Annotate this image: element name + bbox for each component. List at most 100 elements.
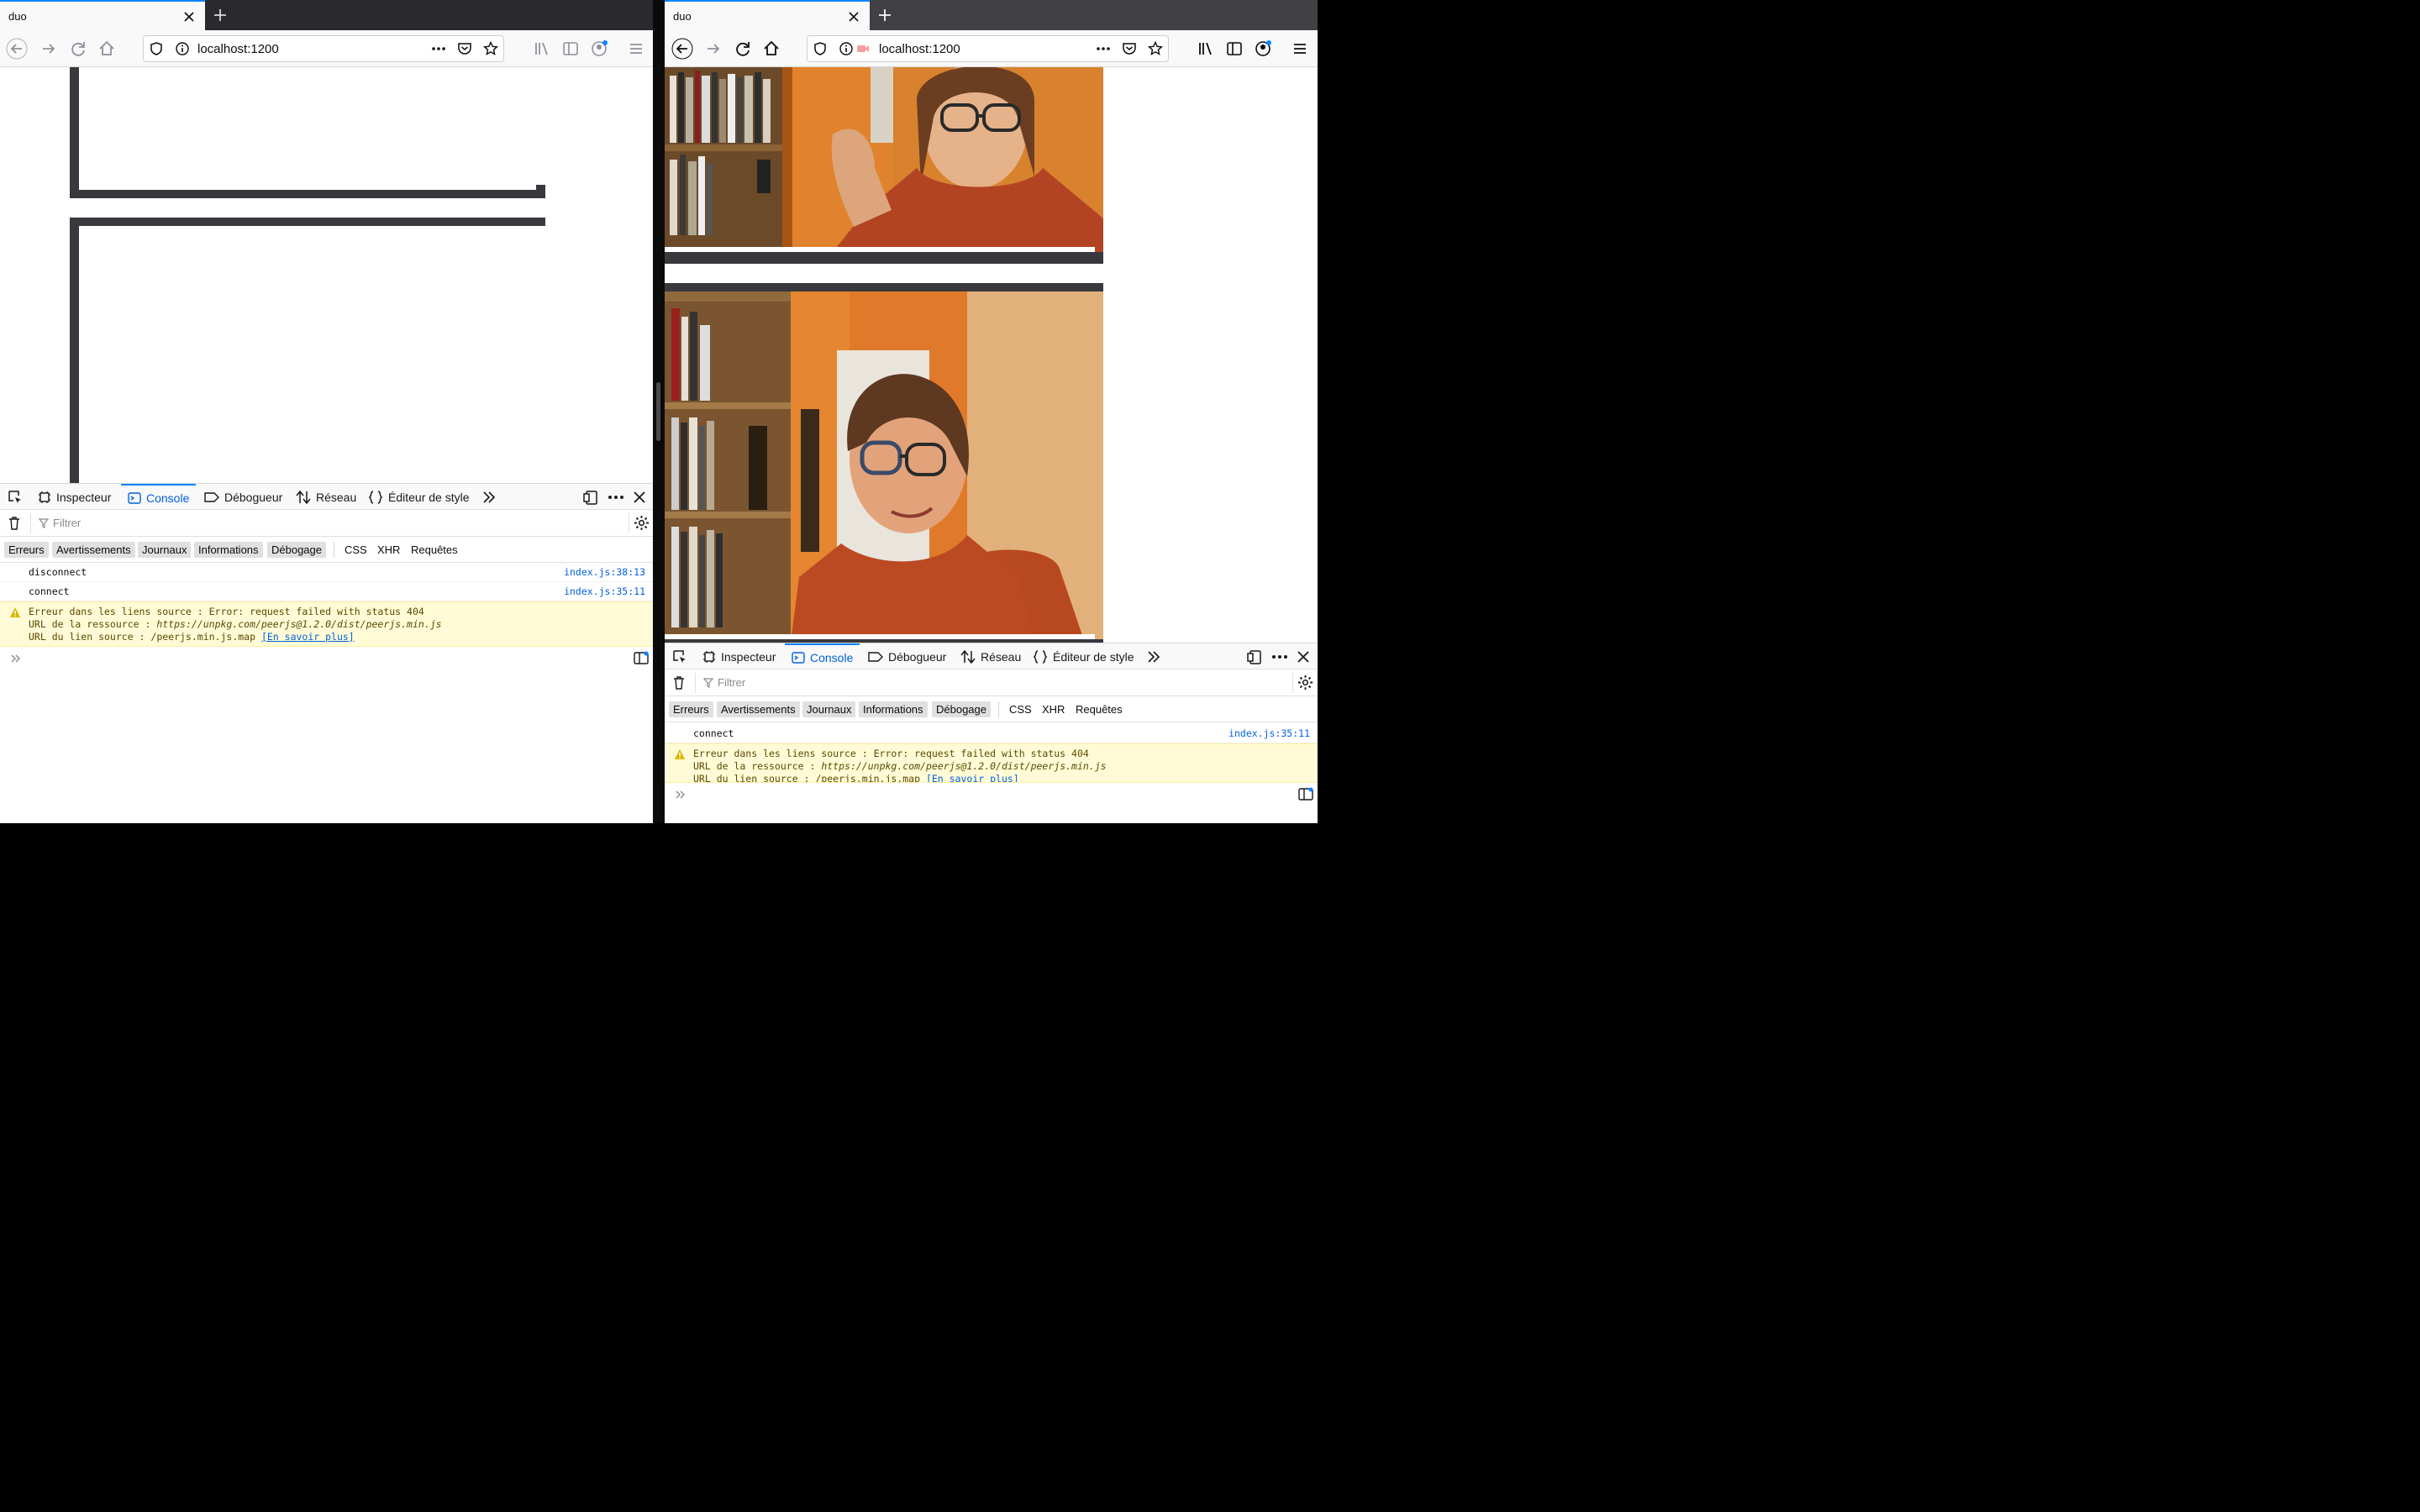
close-tab-icon[interactable] (182, 9, 197, 24)
tab-inspecteur[interactable]: Inspecteur (38, 484, 111, 510)
close-tab-icon[interactable] (846, 9, 861, 24)
filter-journaux[interactable]: Journaux (138, 542, 192, 558)
filter-avertissements[interactable]: Avertissements (717, 701, 800, 717)
tab-inspecteur[interactable]: Inspecteur (702, 643, 776, 669)
devtools-menu-icon[interactable] (1271, 648, 1288, 665)
filter-avertissements[interactable]: Avertissements (52, 542, 135, 558)
account-icon[interactable] (588, 38, 610, 60)
library-icon[interactable] (531, 38, 553, 60)
bookmark-star-icon[interactable] (483, 41, 498, 56)
tab-label: Inspecteur (56, 490, 112, 504)
editor-toggle-icon[interactable] (1298, 787, 1313, 801)
menu-icon[interactable] (1289, 38, 1311, 60)
filter-debogage[interactable]: Débogage (932, 701, 991, 717)
dock-toggle-icon[interactable] (1247, 648, 1264, 665)
tab-reseau[interactable]: Réseau (296, 484, 356, 510)
console-filter-input[interactable]: Filtrer (718, 676, 745, 689)
tab-debogueur[interactable]: Débogueur (204, 484, 282, 510)
new-tab-icon[interactable] (876, 7, 893, 24)
forward-icon[interactable] (702, 38, 724, 60)
site-info-icon[interactable] (175, 41, 190, 56)
browser-tab[interactable]: duo (0, 0, 205, 30)
browser-window-left: duo localhost:1200 Inspecteur Console Dé… (0, 0, 653, 823)
video-frame-border (70, 67, 79, 198)
console-filter-input[interactable]: Filtrer (53, 517, 81, 529)
settings-gear-icon[interactable] (634, 515, 650, 531)
forward-icon[interactable] (38, 38, 60, 60)
tab-debogueur[interactable]: Débogueur (868, 643, 946, 669)
back-icon[interactable] (671, 38, 693, 60)
console-prompt-icon[interactable] (10, 653, 22, 664)
filter-xhr[interactable]: XHR (373, 542, 404, 558)
style-editor-icon (1033, 649, 1048, 664)
home-icon[interactable] (760, 38, 782, 60)
browser-tab[interactable]: duo (665, 0, 870, 30)
tab-editeur-de-style[interactable]: Éditeur de style (1033, 643, 1134, 669)
filter-requetes[interactable]: Requêtes (1071, 701, 1127, 717)
account-icon[interactable] (1252, 38, 1274, 60)
message-source-link[interactable]: index.js:38:13 (564, 566, 645, 578)
tab-label: Débogueur (888, 649, 947, 664)
filter-debogage[interactable]: Débogage (267, 542, 326, 558)
video-frame-image (665, 291, 1103, 643)
tab-editeur-de-style[interactable]: Éditeur de style (368, 484, 470, 510)
pocket-icon[interactable] (1122, 41, 1137, 56)
site-info-icon[interactable] (839, 41, 854, 56)
reload-icon[interactable] (67, 38, 89, 60)
filter-informations[interactable]: Informations (194, 542, 263, 558)
url-text: localhost:1200 (879, 42, 960, 56)
devtools-menu-icon[interactable] (608, 489, 624, 506)
page-actions-icon[interactable] (1096, 41, 1111, 56)
separator (1292, 673, 1293, 693)
learn-more-link[interactable]: [En savoir plus] (926, 773, 1019, 782)
tab-console[interactable]: Console (785, 643, 860, 669)
resource-url[interactable]: https://unpkg.com/peerjs@1.2.0/dist/peer… (821, 760, 1106, 772)
home-icon[interactable] (96, 38, 118, 60)
resource-url[interactable]: https://unpkg.com/peerjs@1.2.0/dist/peer… (156, 618, 441, 630)
settings-gear-icon[interactable] (1297, 675, 1313, 690)
element-picker-icon[interactable] (7, 489, 24, 506)
dock-toggle-icon[interactable] (583, 489, 600, 506)
close-devtools-icon[interactable] (631, 489, 648, 506)
library-icon[interactable] (1195, 38, 1217, 60)
new-tab-icon[interactable] (212, 7, 229, 24)
learn-more-link[interactable]: [En savoir plus] (261, 631, 355, 643)
message-source-link[interactable]: index.js:35:11 (564, 585, 645, 597)
filter-css[interactable]: CSS (340, 542, 371, 558)
url-bar[interactable]: localhost:1200 (807, 35, 1169, 62)
filter-informations[interactable]: Informations (859, 701, 928, 717)
pocket-icon[interactable] (457, 41, 472, 56)
filter-xhr[interactable]: XHR (1038, 701, 1069, 717)
filter-journaux[interactable]: Journaux (802, 701, 856, 717)
url-bar[interactable]: localhost:1200 (143, 35, 504, 62)
trash-icon[interactable] (8, 516, 21, 531)
message-source-link[interactable]: index.js:35:11 (1228, 727, 1310, 739)
split-drag-handle[interactable] (656, 382, 660, 441)
bookmark-star-icon[interactable] (1148, 41, 1163, 56)
more-tools-chevron-icon[interactable] (481, 489, 497, 506)
message-text: connect (693, 727, 734, 739)
more-tools-chevron-icon[interactable] (1145, 648, 1162, 665)
filter-erreurs[interactable]: Erreurs (4, 542, 49, 558)
close-devtools-icon[interactable] (1295, 648, 1312, 665)
trash-icon[interactable] (672, 675, 686, 690)
sidebar-icon[interactable] (560, 38, 581, 60)
tab-reseau[interactable]: Réseau (960, 643, 1021, 669)
editor-toggle-icon[interactable] (634, 651, 649, 664)
filter-css[interactable]: CSS (1005, 701, 1036, 717)
console-icon (792, 651, 805, 664)
reload-icon[interactable] (732, 38, 754, 60)
console-prompt-icon[interactable] (675, 789, 687, 801)
tab-console[interactable]: Console (121, 484, 197, 510)
tracking-shield-icon[interactable] (813, 41, 828, 56)
sidebar-icon[interactable] (1223, 38, 1245, 60)
page-actions-icon[interactable] (431, 41, 446, 56)
element-picker-icon[interactable] (671, 648, 688, 665)
filter-erreurs[interactable]: Erreurs (669, 701, 713, 717)
tracking-shield-icon[interactable] (149, 41, 164, 56)
menu-icon[interactable] (625, 38, 647, 60)
back-icon[interactable] (6, 38, 28, 60)
camera-sharing-icon[interactable] (855, 41, 871, 56)
filter-requetes[interactable]: Requêtes (407, 542, 462, 558)
inspector-icon (39, 491, 50, 503)
